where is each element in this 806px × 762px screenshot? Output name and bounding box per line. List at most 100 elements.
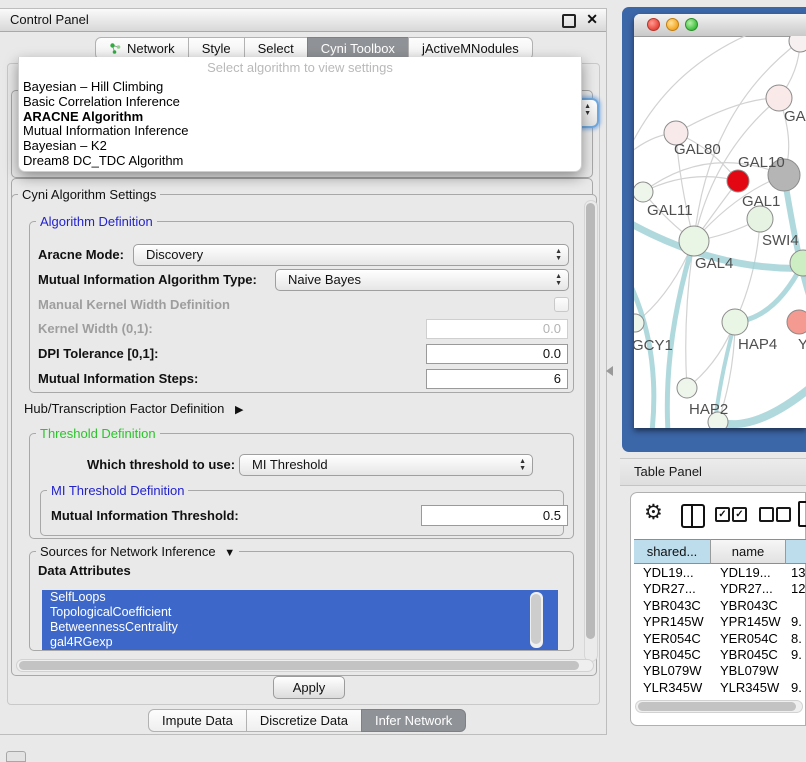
table-cell[interactable]: YBR043C xyxy=(634,598,711,614)
mi-steps-field[interactable]: 6 xyxy=(426,369,568,389)
table-cell[interactable]: YBL079W xyxy=(634,663,711,679)
attribute-topologicalcoefficient[interactable]: TopologicalCoefficient xyxy=(42,605,558,620)
table-cell[interactable]: 13 xyxy=(786,565,806,581)
table-cell[interactable]: YER054C xyxy=(711,631,786,647)
bottom-tab-impute-data[interactable]: Impute Data xyxy=(148,709,247,732)
table-cell[interactable]: YDR27... xyxy=(634,581,711,597)
table-row[interactable]: YPR145WYPR145W9. xyxy=(634,614,806,630)
node-gal11[interactable] xyxy=(634,182,653,202)
node-gal4[interactable] xyxy=(679,226,709,256)
zoom-traffic-light-icon[interactable] xyxy=(685,18,698,31)
table-row[interactable]: YDL19...YDL19...13 xyxy=(634,565,806,581)
settings-horizontal-scrollbar[interactable] xyxy=(16,659,594,672)
scrollbar-thumb[interactable] xyxy=(586,203,595,639)
mi-threshold-field[interactable]: 0.5 xyxy=(421,505,568,526)
table-cell[interactable]: YIL052C xyxy=(711,696,786,697)
dpi-tolerance-field[interactable]: 0.0 xyxy=(426,344,568,364)
table-row[interactable]: YBR043CYBR043C xyxy=(634,598,806,614)
export-table-icon[interactable] xyxy=(798,501,806,527)
settings-vertical-scrollbar[interactable] xyxy=(584,200,598,662)
select-all-checkbox-icon[interactable]: ✓ xyxy=(715,507,730,522)
table-cell[interactable]: YBR045C xyxy=(634,647,711,663)
aracne-mode-combobox[interactable]: Discovery ▲▼ xyxy=(133,244,569,266)
algorithm-option-bayesian-k2[interactable]: Bayesian – K2 xyxy=(21,139,579,154)
node-hap2[interactable] xyxy=(677,378,697,398)
table-cell[interactable]: 9. xyxy=(786,680,806,696)
table-cell[interactable]: 8. xyxy=(786,631,806,647)
table-cell[interactable] xyxy=(786,663,806,679)
column-header-shared[interactable]: shared... xyxy=(634,539,711,564)
table-row[interactable]: YLR345WYLR345W9. xyxy=(634,680,806,696)
table-cell[interactable] xyxy=(786,598,806,614)
split-pane-grip[interactable] xyxy=(606,366,613,376)
table-cell[interactable]: YER054C xyxy=(634,631,711,647)
gear-icon[interactable]: ⚙ xyxy=(644,500,663,525)
sources-title[interactable]: Sources for Network Inference ▼ xyxy=(36,544,239,559)
node-y[interactable] xyxy=(787,310,806,334)
split-columns-icon[interactable] xyxy=(681,504,705,528)
bottom-tab-infer-network[interactable]: Infer Network xyxy=(361,709,466,732)
tab-label: Network xyxy=(127,38,175,59)
column-header-a[interactable]: A xyxy=(786,539,806,564)
table-cell[interactable]: YBR045C xyxy=(711,647,786,663)
table-cell[interactable]: 9 xyxy=(786,696,806,697)
table-row[interactable]: YIL052CYIL052C9 xyxy=(634,696,806,697)
table-row[interactable]: YDR27...YDR27...12 xyxy=(634,581,806,597)
float-panel-icon[interactable] xyxy=(562,14,576,28)
table-cell[interactable]: YBR043C xyxy=(711,598,786,614)
table-cell[interactable]: YPR145W xyxy=(634,614,711,630)
table-horizontal-scrollbar[interactable] xyxy=(635,700,803,713)
table-cell[interactable]: YBL079W xyxy=(711,663,786,679)
table-cell[interactable]: YPR145W xyxy=(711,614,786,630)
table-cell[interactable]: YDL19... xyxy=(711,565,786,581)
collapse-down-icon[interactable]: ▼ xyxy=(224,547,235,559)
network-window-titlebar[interactable] xyxy=(634,14,806,37)
table-row[interactable]: YBL079WYBL079W xyxy=(634,663,806,679)
node-n-top[interactable] xyxy=(789,36,806,52)
node-swi4[interactable] xyxy=(790,250,806,276)
attribute-selfloops[interactable]: SelfLoops xyxy=(42,590,558,605)
apply-button[interactable]: Apply xyxy=(273,676,345,699)
table-cell[interactable]: YIL052C xyxy=(634,696,711,697)
scrollbar-thumb[interactable] xyxy=(19,661,579,670)
attribute-gal4rgexp[interactable]: gal4RGexp xyxy=(42,635,558,650)
mi-algorithm-type-combobox[interactable]: Naive Bayes ▲▼ xyxy=(275,269,569,291)
network-canvas[interactable]: GALGAL80GAL10GAL11GAL1SWI4GAL4GCY1HAP4YH… xyxy=(634,36,806,428)
node-hap4[interactable] xyxy=(722,309,748,335)
expand-right-icon[interactable]: ▶ xyxy=(235,404,243,416)
algorithm-dropdown[interactable]: Select algorithm to view settings Bayesi… xyxy=(18,57,582,172)
which-threshold-combobox[interactable]: MI Threshold ▲▼ xyxy=(239,454,533,476)
attribute-list-scrollbar[interactable] xyxy=(530,592,543,648)
deselect-all-checkbox-icon[interactable] xyxy=(776,507,791,522)
manual-kernel-checkbox[interactable] xyxy=(554,297,569,312)
close-traffic-light-icon[interactable] xyxy=(647,18,660,31)
table-row[interactable]: YBR045CYBR045C9. xyxy=(634,647,806,663)
node-red[interactable] xyxy=(727,170,749,192)
algorithm-option-mutual-information-inference[interactable]: Mutual Information Inference xyxy=(21,124,579,139)
attribute-betweennesscentrality[interactable]: BetweennessCentrality xyxy=(42,620,558,635)
column-header-name[interactable]: name xyxy=(711,539,786,564)
scrollbar-thumb[interactable] xyxy=(638,702,796,711)
algorithm-option-basic-correlation-inference[interactable]: Basic Correlation Inference xyxy=(21,95,579,110)
kernel-width-field[interactable]: 0.0 xyxy=(426,319,568,339)
table-cell[interactable]: 9. xyxy=(786,614,806,630)
algorithm-dropdown-placeholder[interactable]: Select algorithm to view settings xyxy=(19,60,581,75)
table-cell[interactable]: YLR345W xyxy=(634,680,711,696)
hub-definition-toggle[interactable]: Hub/Transcription Factor Definition ▶ xyxy=(24,401,243,416)
data-attributes-list[interactable]: SelfLoopsTopologicalCoefficientBetweenne… xyxy=(42,590,558,650)
table-cell[interactable]: YDL19... xyxy=(634,565,711,581)
table-cell[interactable]: 9. xyxy=(786,647,806,663)
table-cell[interactable]: 12 xyxy=(786,581,806,597)
select-all-checkbox-icon[interactable]: ✓ xyxy=(732,507,747,522)
table-cell[interactable]: YDR27... xyxy=(711,581,786,597)
bottom-tab-discretize-data[interactable]: Discretize Data xyxy=(246,709,362,732)
table-cell[interactable]: YLR345W xyxy=(711,680,786,696)
minimize-traffic-light-icon[interactable] xyxy=(666,18,679,31)
algorithm-option-dream8-dc-tdc-algorithm[interactable]: Dream8 DC_TDC Algorithm xyxy=(21,154,579,169)
algorithm-option-bayesian-hill-climbing[interactable]: Bayesian – Hill Climbing xyxy=(21,80,579,95)
deselect-all-checkbox-icon[interactable] xyxy=(759,507,774,522)
scrollbar-thumb[interactable] xyxy=(531,594,541,644)
table-row[interactable]: YER054CYER054C8. xyxy=(634,631,806,647)
algorithm-option-aracne-algorithm[interactable]: ARACNE Algorithm xyxy=(21,110,579,125)
close-icon[interactable]: ✕ xyxy=(586,11,598,28)
